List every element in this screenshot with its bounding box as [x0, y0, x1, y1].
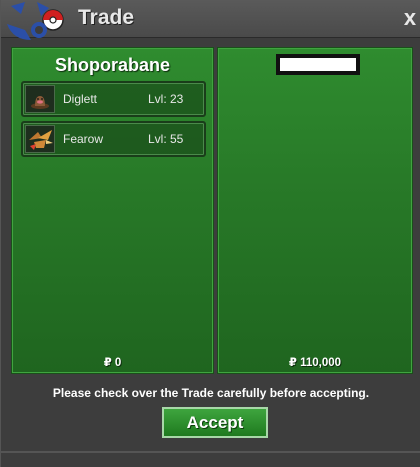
- trader-name-right: [276, 54, 360, 75]
- pokemon-level: Lvl: 23: [148, 92, 184, 106]
- pokeball-logo-icon: [7, 2, 64, 40]
- fearow-icon: [25, 125, 55, 153]
- pokemon-slot-fearow[interactable]: Fearow Lvl: 55: [21, 121, 206, 157]
- diglett-icon: [25, 85, 55, 113]
- pokemon-level: Lvl: 55: [148, 132, 184, 146]
- partner-offer-panel: ₽ 110,000: [217, 47, 413, 374]
- pokemon-slot-diglett[interactable]: Diglett Lvl: 23: [21, 81, 206, 117]
- title-bar[interactable]: Trade x: [1, 0, 420, 40]
- divider: [1, 451, 420, 453]
- money-offer-left: ₽ 0: [103, 357, 122, 369]
- window-title: Trade: [78, 6, 135, 29]
- trade-notice: Please check over the Trade carefully be…: [52, 386, 370, 400]
- my-offer-panel: Shoporabane Diglett Lvl: 23 Fearow Lvl: …: [11, 47, 214, 374]
- pokemon-name: Fearow: [63, 132, 104, 146]
- trade-window: Trade x Shoporabane Diglett Lvl: 23 Fear…: [0, 0, 420, 467]
- accept-button[interactable]: Accept: [162, 407, 268, 438]
- trader-name-left: Shoporabane: [54, 55, 170, 75]
- money-offer-right: ₽ 110,000: [288, 357, 342, 369]
- close-button[interactable]: x: [401, 4, 419, 32]
- pokemon-name: Diglett: [63, 92, 98, 106]
